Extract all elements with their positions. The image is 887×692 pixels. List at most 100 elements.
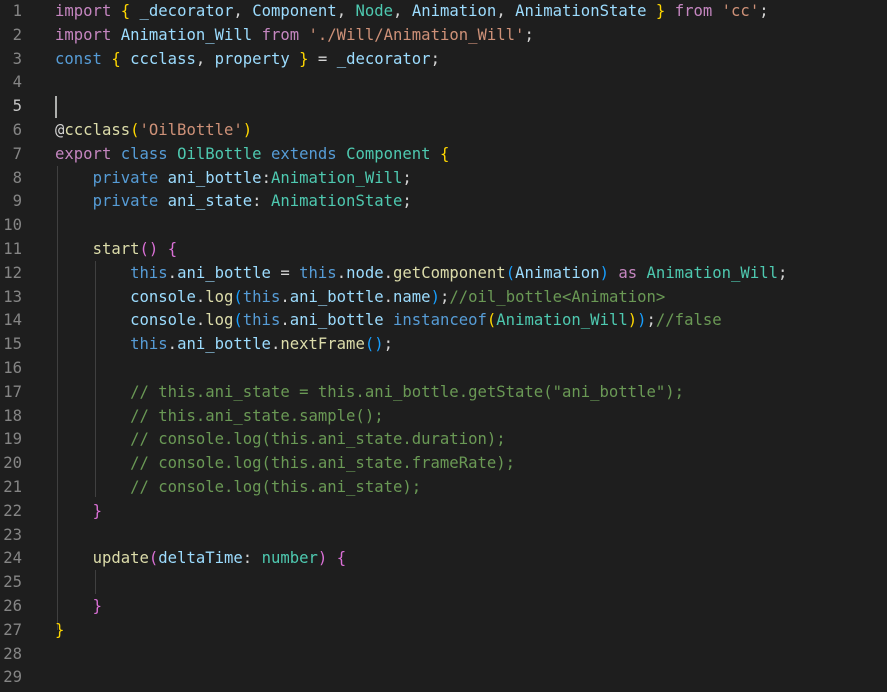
variable-token: ani_state: [167, 192, 253, 211]
line-number: 19: [3, 430, 22, 449]
bracket-token: {: [111, 49, 121, 68]
line-number: 23: [3, 525, 22, 544]
code-line[interactable]: 7 export class OilBottle extends Componen…: [0, 143, 887, 167]
line-code: this.ani_bottle.nextFrame();: [55, 333, 393, 357]
code-editor[interactable]: 1 import { _decorator, Component, Node, A…: [0, 0, 887, 692]
line-number: 27: [3, 620, 22, 639]
variable-token: console: [130, 311, 196, 330]
storage-keyword-token: private: [92, 192, 159, 211]
code-line[interactable]: 15 this.ani_bottle.nextFrame();: [0, 333, 887, 357]
bracket-token: (: [486, 311, 497, 330]
storage-keyword-token: class: [120, 144, 168, 163]
variable-token: Component: [252, 2, 337, 20]
variable-token: deltaTime: [158, 549, 243, 568]
line-code: const { ccclass, property } = _decorator…: [55, 48, 440, 72]
type-token: Animation_Will: [646, 263, 778, 282]
code-line[interactable]: 27}: [0, 619, 887, 643]
punctuation-token: ,: [336, 2, 356, 20]
punctuation-token: [55, 335, 130, 353]
variable-token: Animation_Will: [120, 25, 253, 44]
line-number: 3: [12, 49, 22, 68]
punctuation-token: [55, 597, 93, 615]
type-token: AnimationState: [270, 192, 403, 211]
function-token: nextFrame: [280, 335, 365, 354]
code-line[interactable]: 26 }: [0, 595, 887, 619]
code-line[interactable]: 20 // console.log(this.ani_state.frameRa…: [0, 452, 887, 476]
storage-keyword-token: this: [130, 263, 168, 282]
code-line[interactable]: 24 update(deltaTime: number) {: [0, 547, 887, 571]
punctuation-token: [55, 288, 130, 306]
code-line[interactable]: 16: [0, 357, 887, 381]
code-line[interactable]: 17 // this.ani_state = this.ani_bottle.g…: [0, 381, 887, 405]
bracket-token: {: [439, 144, 450, 163]
code-line[interactable]: 5: [0, 95, 887, 119]
code-line[interactable]: 6 @ccclass('OilBottle'): [0, 119, 887, 143]
punctuation-token: ,: [393, 2, 412, 20]
variable-token: ani_bottle: [177, 335, 271, 354]
code-line[interactable]: 13 console.log(this.ani_bottle.name);//o…: [0, 286, 887, 310]
line-number: 16: [3, 359, 22, 377]
code-line[interactable]: 11 start() {: [0, 238, 887, 262]
function-token: start: [92, 240, 140, 258]
punctuation-token: [55, 454, 130, 472]
code-line[interactable]: 1 import { _decorator, Component, Node, A…: [0, 0, 887, 24]
bracket-token: ): [627, 311, 638, 330]
comment-token: //oil_bottle<Animation>: [449, 287, 666, 306]
comment-token: // console.log(this.ani_state);: [130, 478, 422, 496]
line-number: 5: [12, 97, 22, 116]
code-line[interactable]: 23: [0, 524, 887, 548]
code-line[interactable]: 25: [0, 571, 887, 595]
bracket-token: ): [242, 121, 253, 139]
line-number: 26: [3, 597, 22, 615]
function-token: getComponent: [393, 263, 506, 282]
variable-token: ani_bottle: [177, 263, 271, 282]
code-line[interactable]: 21 // console.log(this.ani_state);: [0, 476, 887, 500]
storage-keyword-token: this: [242, 287, 281, 306]
punctuation-token: @: [55, 121, 65, 139]
punctuation-token: .: [270, 335, 281, 354]
punctuation-token: .: [280, 311, 290, 330]
line-number: 1: [12, 2, 22, 20]
line-code: this.ani_bottle = this.node.getComponent…: [55, 262, 787, 286]
code-line[interactable]: 8 private ani_bottle:Animation_Will;: [0, 167, 887, 191]
code-line[interactable]: 18 // this.ani_state.sample();: [0, 405, 887, 429]
comment-token: // console.log(this.ani_state.frameRate)…: [130, 454, 516, 473]
code-line[interactable]: 9 private ani_state: AnimationState;: [0, 190, 887, 214]
punctuation-token: ;: [777, 263, 788, 282]
code-line[interactable]: 19 // console.log(this.ani_state.duratio…: [0, 428, 887, 452]
line-code: // console.log(this.ani_state);: [55, 476, 421, 500]
code-line[interactable]: 10: [0, 214, 887, 238]
variable-token: _decorator: [336, 49, 431, 68]
bracket-token: (: [505, 263, 516, 282]
bracket-token: ): [637, 311, 647, 330]
code-line[interactable]: 4: [0, 71, 887, 95]
variable-token: ccclass: [120, 49, 196, 68]
bracket-token: }: [92, 597, 102, 615]
line-code: // this.ani_state.sample();: [55, 405, 383, 429]
punctuation-token: =: [270, 263, 300, 282]
storage-keyword-token: this: [130, 335, 168, 354]
punctuation-token: =: [308, 49, 337, 68]
punctuation-token: [712, 2, 721, 20]
type-token: OilBottle: [177, 144, 262, 163]
line-number: 20: [3, 454, 22, 473]
code-line[interactable]: 3 const { ccclass, property } = _decorato…: [0, 48, 887, 72]
punctuation-token: .: [195, 311, 206, 330]
punctuation-token: [55, 502, 93, 520]
punctuation-token: .: [167, 263, 178, 282]
code-line[interactable]: 28: [0, 643, 887, 667]
code-line[interactable]: 14 console.log(this.ani_bottle instanceo…: [0, 309, 887, 333]
code-line[interactable]: 2 import Animation_Will from './Will/Anim…: [0, 24, 887, 48]
punctuation-token: [55, 169, 93, 187]
keyword-token: from: [674, 2, 713, 20]
type-token: Animation_Will: [270, 168, 403, 187]
line-number: 12: [3, 263, 22, 282]
code-line[interactable]: 12 this.ani_bottle = this.node.getCompon…: [0, 262, 887, 286]
code-line[interactable]: 29: [0, 666, 887, 690]
keyword-token: import: [55, 2, 112, 20]
variable-token: AnimationState: [515, 2, 647, 20]
bracket-token: ): [430, 287, 440, 306]
code-line[interactable]: 22 }: [0, 500, 887, 524]
variable-token: Animation: [515, 263, 600, 282]
line-code: update(deltaTime: number) {: [55, 547, 347, 571]
